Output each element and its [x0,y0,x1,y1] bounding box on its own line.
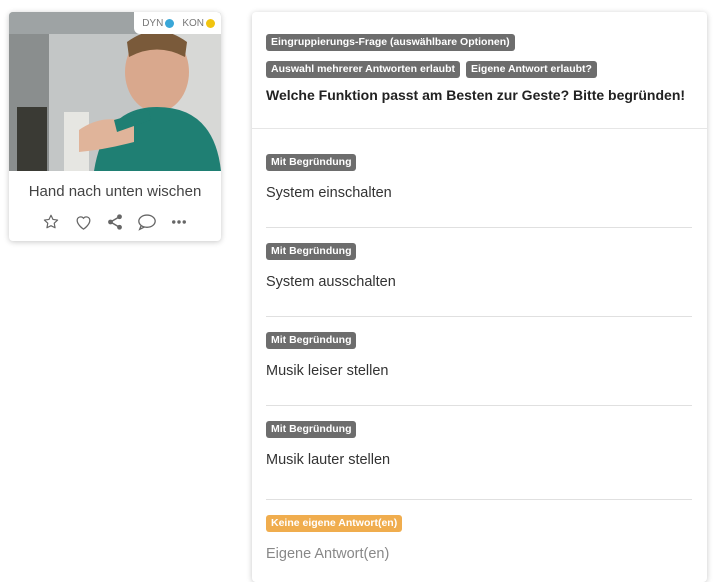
tag-kon-dot [206,18,215,28]
option-label[interactable]: Musik leiser stellen [266,363,692,379]
header-divider [252,128,707,129]
option-divider [266,405,692,406]
reason-badge: Mit Begründung [266,332,357,349]
tag-dyn: DYN [142,17,175,29]
tag-kon: KON [182,18,215,29]
option-divider [266,227,692,228]
own-answer-input[interactable]: Eigene Antwort(en) [266,546,692,562]
comment-icon[interactable] [137,212,157,232]
more-icon[interactable] [169,212,189,232]
gesture-title: Hand nach unten wischen [28,183,202,200]
star-icon[interactable] [41,212,61,232]
option-item[interactable]: Mit Begründung Musik leiser stellen [266,330,692,379]
tag-dyn-dot [165,18,175,28]
option-item[interactable]: Mit Begründung System ausschalten [266,241,692,290]
option-divider [266,499,692,500]
tag-dyn-label: DYN [142,17,164,29]
heart-icon[interactable] [73,212,93,232]
gesture-card[interactable]: DYN KON Hand nach unten wischen [9,12,221,241]
option-item[interactable]: Mit Begründung System einschalten [266,152,692,201]
own-answer-allowed-badge: Eigene Antwort erlaubt? [465,61,597,78]
share-icon[interactable] [105,212,125,232]
tag-kon-label: KON [182,17,204,29]
option-divider [266,316,692,317]
video-frame-image [9,12,221,171]
reason-badge: Mit Begründung [266,243,357,260]
question-panel: Eingruppierungs-Frage (auswählbare Optio… [252,12,707,582]
no-own-answer-badge: Keine eigene Antwort(en) [266,515,403,532]
reason-badge: Mit Begründung [266,421,357,438]
own-answer-section: Keine eigene Antwort(en) Eigene Antwort(… [266,513,692,562]
question-text: Welche Funktion passt am Besten zur Gest… [266,87,686,103]
option-label[interactable]: Musik lauter stellen [266,452,692,468]
gesture-actions [9,212,221,232]
option-label[interactable]: System ausschalten [266,274,692,290]
question-type-badge: Eingruppierungs-Frage (auswählbare Optio… [266,34,515,51]
option-item[interactable]: Mit Begründung Musik lauter stellen [266,419,692,468]
gesture-video-thumbnail[interactable]: DYN KON [9,12,221,171]
gesture-tags: DYN KON [134,12,221,34]
question-header: Eingruppierungs-Frage (auswählbare Optio… [266,34,693,103]
reason-badge: Mit Begründung [266,154,357,171]
option-label[interactable]: System einschalten [266,185,692,201]
multi-answer-badge: Auswahl mehrerer Antworten erlaubt [266,61,460,78]
